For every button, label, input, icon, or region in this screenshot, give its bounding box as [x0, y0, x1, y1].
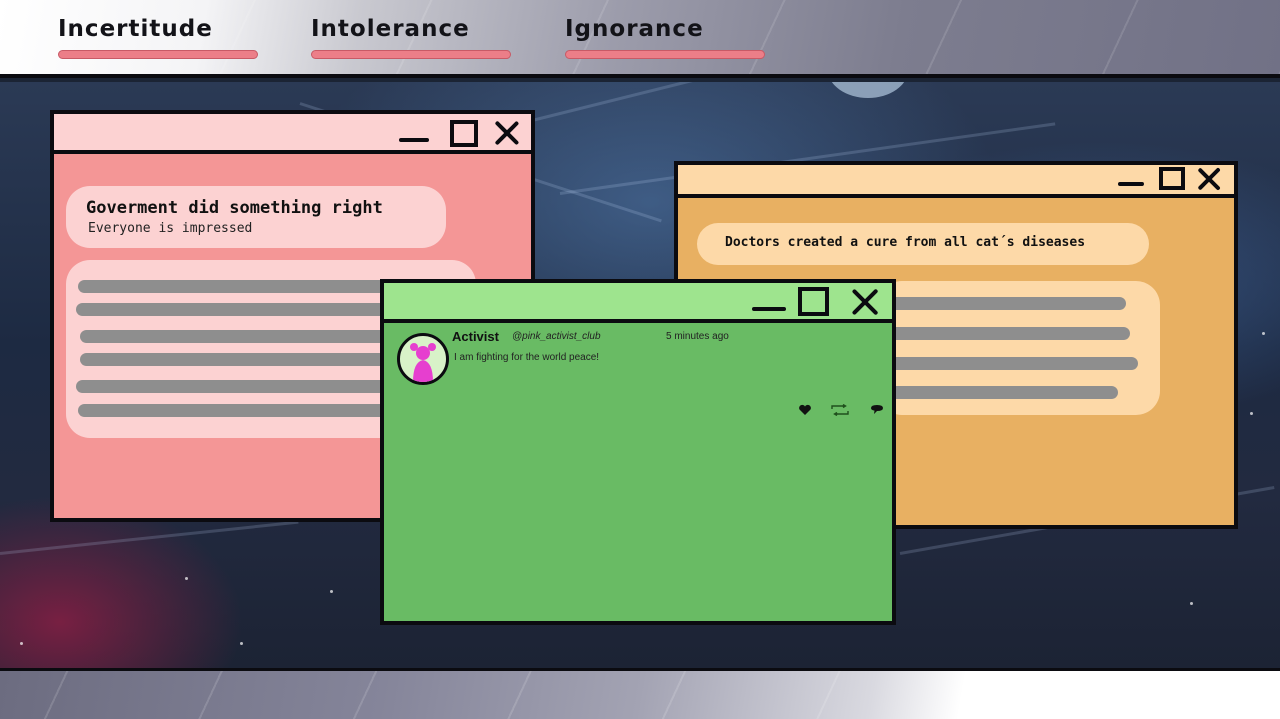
headline-card[interactable]: Doctors created a cure from all cat´s di… — [697, 223, 1149, 265]
tab-label: Incertitude — [58, 16, 213, 42]
comment-icon[interactable] — [870, 403, 884, 415]
close-icon[interactable] — [1198, 168, 1220, 190]
window-titlebar[interactable] — [384, 283, 892, 323]
tab-underline — [311, 50, 511, 59]
maximize-icon[interactable] — [1159, 167, 1185, 190]
bottom-bar — [0, 668, 1280, 719]
text-placeholder-line — [80, 353, 396, 366]
text-placeholder-line — [888, 386, 1118, 399]
heart-icon[interactable] — [798, 403, 812, 415]
headline-text: Goverment did something right — [86, 198, 383, 218]
activist-figure-icon — [410, 343, 436, 382]
top-nav-bar: Incertitude Intolerance Ignorance — [0, 0, 1280, 78]
post-author-name[interactable]: Activist — [452, 329, 499, 344]
headline-card[interactable]: Goverment did something right Everyone i… — [66, 186, 446, 248]
maximize-icon[interactable] — [798, 287, 829, 316]
text-placeholder-line — [78, 404, 396, 417]
particle — [20, 642, 23, 645]
text-placeholder-line — [888, 357, 1138, 370]
text-placeholder-line — [76, 380, 396, 393]
minimize-icon[interactable] — [752, 307, 786, 311]
tab-underline — [58, 50, 258, 59]
close-icon[interactable] — [852, 289, 878, 315]
tab-label: Ignorance — [565, 16, 704, 42]
particle — [1190, 602, 1193, 605]
text-placeholder-line — [80, 330, 396, 343]
particle — [330, 590, 333, 593]
headline-text: Doctors created a cure from all cat´s di… — [725, 235, 1086, 250]
article-body-placeholder — [878, 281, 1160, 415]
light-streak — [0, 520, 299, 555]
particle — [240, 642, 243, 645]
text-placeholder-line — [888, 297, 1126, 310]
tab-underline — [565, 50, 765, 59]
window-titlebar[interactable] — [678, 165, 1234, 198]
tab-intolerance[interactable]: Intolerance — [311, 14, 511, 62]
repost-icon[interactable] — [830, 403, 850, 417]
minimize-icon[interactable] — [399, 138, 429, 142]
background-light — [828, 82, 908, 98]
subheadline-text: Everyone is impressed — [88, 221, 253, 236]
tab-incertitude[interactable]: Incertitude — [58, 14, 258, 62]
avatar[interactable] — [397, 333, 449, 385]
maximize-icon[interactable] — [450, 120, 478, 147]
post-author-handle[interactable]: @pink_activist_club — [512, 331, 601, 342]
window-titlebar[interactable] — [54, 114, 531, 154]
text-placeholder-line — [76, 303, 396, 316]
post-timestamp: 5 minutes ago — [666, 331, 729, 342]
close-icon[interactable] — [495, 121, 519, 145]
social-post-window: Activist @pink_activist_club 5 minutes a… — [380, 279, 896, 625]
text-placeholder-line — [78, 280, 398, 293]
post-text: I am fighting for the world peace! — [454, 352, 600, 363]
tab-label: Intolerance — [311, 16, 470, 42]
text-placeholder-line — [888, 327, 1130, 340]
particle — [1250, 412, 1253, 415]
tab-ignorance[interactable]: Ignorance — [565, 14, 765, 62]
particle — [1262, 332, 1265, 335]
minimize-icon[interactable] — [1118, 182, 1144, 186]
particle — [185, 577, 188, 580]
